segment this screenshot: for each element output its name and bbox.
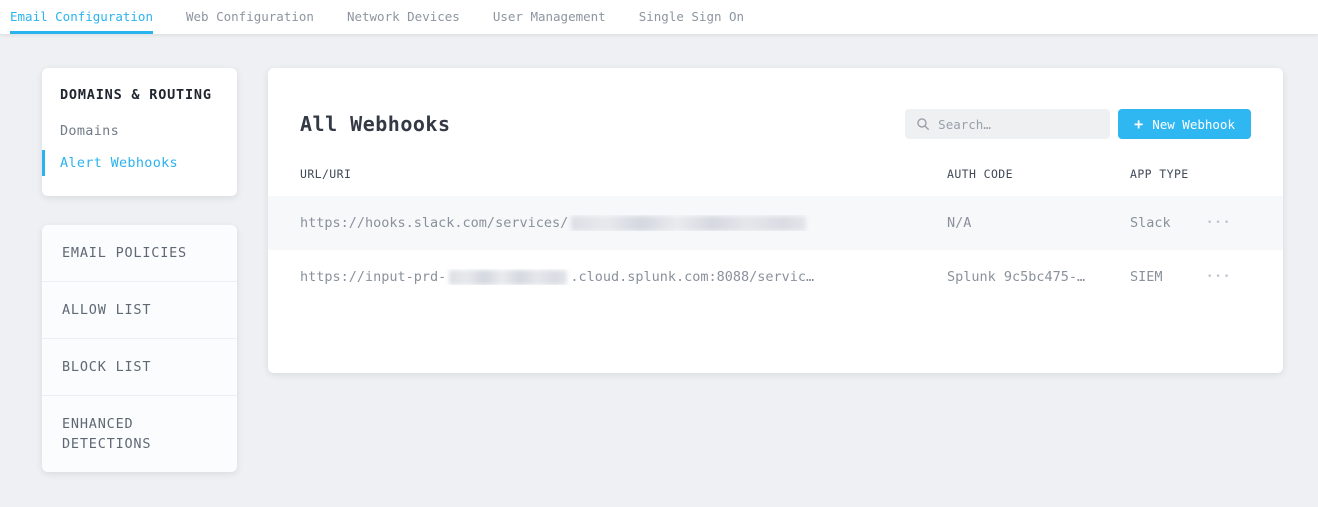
- webhook-url-prefix: https://hooks.slack.com/services/: [300, 215, 568, 231]
- table-row: https://hooks.slack.com/services/ N/A Sl…: [268, 196, 1283, 250]
- row-menu-ellipsis-icon[interactable]: •••: [1207, 269, 1232, 286]
- plus-icon: +: [1134, 117, 1143, 132]
- search-icon: [916, 117, 930, 131]
- domains-routing-card: DOMAINS & ROUTING Domains Alert Webhooks: [42, 68, 237, 196]
- new-webhook-button-label: New Webhook: [1152, 117, 1235, 132]
- sidebar-item-domains[interactable]: Domains: [42, 115, 237, 147]
- auth-code-cell: N/A: [947, 215, 1130, 231]
- tab-single-sign-on[interactable]: Single Sign On: [639, 0, 744, 34]
- app-type-cell: Slack: [1130, 215, 1207, 231]
- tab-email-configuration[interactable]: Email Configuration: [10, 0, 153, 34]
- sidebar-item-block-list[interactable]: BLOCK LIST: [42, 338, 237, 395]
- policy-sections-card: EMAIL POLICIES ALLOW LIST BLOCK LIST ENH…: [42, 225, 237, 472]
- header-actions: + New Webhook: [905, 109, 1251, 139]
- search-box[interactable]: [905, 109, 1110, 139]
- webhook-url-cell: https://input-prd- .cloud.splunk.com:808…: [300, 269, 947, 285]
- nav-tabs: Email Configuration Web Configuration Ne…: [0, 0, 1318, 34]
- auth-code-cell: Splunk 9c5bc475-…: [947, 269, 1130, 285]
- page-title: All Webhooks: [300, 112, 451, 136]
- column-header-app-type: APP TYPE: [1130, 167, 1207, 181]
- sidebar-item-alert-webhooks[interactable]: Alert Webhooks: [42, 147, 237, 179]
- search-input[interactable]: [938, 117, 1099, 132]
- column-header-auth-code: AUTH CODE: [947, 167, 1130, 181]
- webhooks-panel: All Webhooks + New Webhook URL/URI AUTH …: [268, 68, 1283, 373]
- redacted-url-segment: [571, 216, 806, 231]
- column-header-url-uri: URL/URI: [300, 167, 947, 181]
- webhook-url-suffix: .cloud.splunk.com:8088/servic…: [570, 269, 814, 285]
- app-type-cell: SIEM: [1130, 269, 1207, 285]
- domains-routing-title: DOMAINS & ROUTING: [60, 86, 219, 105]
- sidebar-item-email-policies[interactable]: EMAIL POLICIES: [42, 225, 237, 281]
- tab-web-configuration[interactable]: Web Configuration: [186, 0, 314, 34]
- top-nav: Email Configuration Web Configuration Ne…: [0, 0, 1318, 34]
- new-webhook-button[interactable]: + New Webhook: [1118, 109, 1251, 139]
- webhook-url-cell: https://hooks.slack.com/services/: [300, 215, 947, 231]
- table-row: https://input-prd- .cloud.splunk.com:808…: [268, 250, 1283, 304]
- sidebar-item-enhanced-detections[interactable]: ENHANCED DETECTIONS: [42, 395, 237, 472]
- table-header-row: URL/URI AUTH CODE APP TYPE: [268, 152, 1283, 196]
- redacted-url-segment: [449, 270, 567, 285]
- row-menu-ellipsis-icon[interactable]: •••: [1207, 215, 1232, 232]
- tab-user-management[interactable]: User Management: [493, 0, 606, 34]
- tab-network-devices[interactable]: Network Devices: [347, 0, 460, 34]
- webhooks-panel-header: All Webhooks + New Webhook: [268, 68, 1283, 152]
- webhook-url-prefix: https://input-prd-: [300, 269, 446, 285]
- sidebar-item-allow-list[interactable]: ALLOW LIST: [42, 281, 237, 338]
